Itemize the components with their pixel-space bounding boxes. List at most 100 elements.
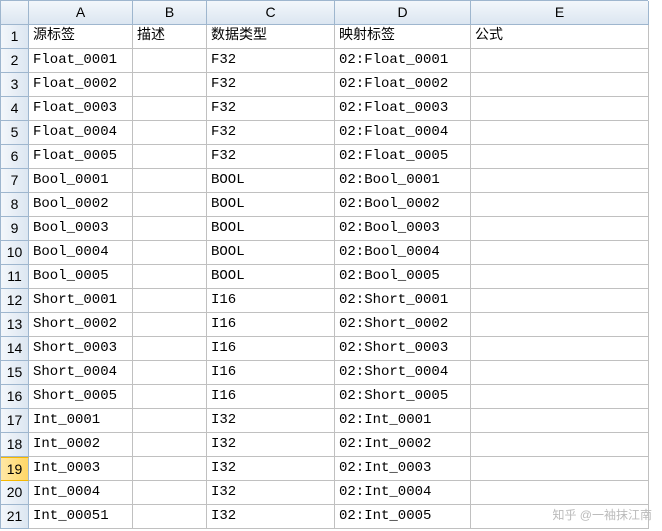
- cell[interactable]: Float_0001: [29, 49, 133, 73]
- cell[interactable]: Float_0003: [29, 97, 133, 121]
- cell[interactable]: I16: [207, 289, 335, 313]
- cell[interactable]: Bool_0002: [29, 193, 133, 217]
- cell[interactable]: 02:Short_0004: [335, 361, 471, 385]
- cell[interactable]: [133, 481, 207, 505]
- cell[interactable]: [133, 169, 207, 193]
- column-header-C[interactable]: C: [207, 1, 335, 25]
- cell[interactable]: [471, 193, 649, 217]
- cell[interactable]: 02:Float_0001: [335, 49, 471, 73]
- cell[interactable]: [471, 265, 649, 289]
- cell[interactable]: I16: [207, 337, 335, 361]
- cell[interactable]: 数据类型: [207, 25, 335, 49]
- cell[interactable]: 映射标签: [335, 25, 471, 49]
- cell[interactable]: 公式: [471, 25, 649, 49]
- cell[interactable]: Short_0002: [29, 313, 133, 337]
- row-header[interactable]: 15: [1, 361, 29, 385]
- cell[interactable]: I32: [207, 457, 335, 481]
- cell[interactable]: 02:Short_0001: [335, 289, 471, 313]
- cell[interactable]: [133, 409, 207, 433]
- cell[interactable]: Short_0003: [29, 337, 133, 361]
- cell[interactable]: Float_0004: [29, 121, 133, 145]
- cell[interactable]: [133, 121, 207, 145]
- cell[interactable]: [133, 337, 207, 361]
- cell[interactable]: 02:Int_0005: [335, 505, 471, 529]
- cell[interactable]: [471, 505, 649, 529]
- row-header[interactable]: 17: [1, 409, 29, 433]
- cell[interactable]: [133, 385, 207, 409]
- cell[interactable]: F32: [207, 121, 335, 145]
- row-header[interactable]: 5: [1, 121, 29, 145]
- row-header[interactable]: 7: [1, 169, 29, 193]
- cell[interactable]: 02:Bool_0001: [335, 169, 471, 193]
- cell[interactable]: Short_0004: [29, 361, 133, 385]
- cell[interactable]: BOOL: [207, 217, 335, 241]
- cell[interactable]: I16: [207, 361, 335, 385]
- cell[interactable]: Int_0001: [29, 409, 133, 433]
- cell[interactable]: [471, 481, 649, 505]
- spreadsheet-grid[interactable]: ABCDE1源标签描述数据类型映射标签公式2Float_0001F3202:Fl…: [0, 0, 648, 529]
- cell[interactable]: 02:Int_0003: [335, 457, 471, 481]
- cell[interactable]: [133, 49, 207, 73]
- cell[interactable]: Int_0003: [29, 457, 133, 481]
- cell[interactable]: 02:Float_0005: [335, 145, 471, 169]
- cell[interactable]: Float_0002: [29, 73, 133, 97]
- cell[interactable]: Int_0004: [29, 481, 133, 505]
- cell[interactable]: [133, 241, 207, 265]
- row-header[interactable]: 9: [1, 217, 29, 241]
- cell[interactable]: 02:Float_0003: [335, 97, 471, 121]
- cell[interactable]: [471, 169, 649, 193]
- cell[interactable]: I32: [207, 433, 335, 457]
- cell[interactable]: [133, 433, 207, 457]
- cell[interactable]: I16: [207, 385, 335, 409]
- cell[interactable]: 02:Int_0001: [335, 409, 471, 433]
- cell[interactable]: [471, 457, 649, 481]
- cell[interactable]: [471, 121, 649, 145]
- cell[interactable]: Float_0005: [29, 145, 133, 169]
- column-header-B[interactable]: B: [133, 1, 207, 25]
- cell[interactable]: 源标签: [29, 25, 133, 49]
- cell[interactable]: [133, 361, 207, 385]
- cell[interactable]: 02:Int_0004: [335, 481, 471, 505]
- column-header-E[interactable]: E: [471, 1, 649, 25]
- cell[interactable]: 02:Bool_0004: [335, 241, 471, 265]
- cell[interactable]: [471, 241, 649, 265]
- cell[interactable]: Short_0001: [29, 289, 133, 313]
- cell[interactable]: 02:Short_0002: [335, 313, 471, 337]
- cell[interactable]: Bool_0004: [29, 241, 133, 265]
- cell[interactable]: BOOL: [207, 193, 335, 217]
- column-header-A[interactable]: A: [29, 1, 133, 25]
- cell[interactable]: [471, 97, 649, 121]
- row-header[interactable]: 4: [1, 97, 29, 121]
- cell[interactable]: [133, 145, 207, 169]
- cell[interactable]: [133, 193, 207, 217]
- cell[interactable]: [133, 97, 207, 121]
- cell[interactable]: [471, 313, 649, 337]
- cell[interactable]: [471, 433, 649, 457]
- cell[interactable]: 02:Bool_0005: [335, 265, 471, 289]
- cell[interactable]: BOOL: [207, 241, 335, 265]
- cell[interactable]: [471, 385, 649, 409]
- cell[interactable]: 02:Bool_0003: [335, 217, 471, 241]
- cell[interactable]: [133, 313, 207, 337]
- cell[interactable]: [133, 505, 207, 529]
- cell[interactable]: [471, 217, 649, 241]
- cell[interactable]: F32: [207, 49, 335, 73]
- cell[interactable]: [471, 409, 649, 433]
- cell[interactable]: [471, 145, 649, 169]
- cell[interactable]: 02:Float_0004: [335, 121, 471, 145]
- row-header[interactable]: 8: [1, 193, 29, 217]
- row-header[interactable]: 11: [1, 265, 29, 289]
- cell[interactable]: 02:Short_0005: [335, 385, 471, 409]
- cell[interactable]: [471, 337, 649, 361]
- cell[interactable]: I32: [207, 505, 335, 529]
- cell[interactable]: 描述: [133, 25, 207, 49]
- cell[interactable]: I32: [207, 409, 335, 433]
- cell[interactable]: 02:Float_0002: [335, 73, 471, 97]
- row-header[interactable]: 1: [1, 25, 29, 49]
- cell[interactable]: I16: [207, 313, 335, 337]
- cell[interactable]: [471, 73, 649, 97]
- cell[interactable]: Bool_0005: [29, 265, 133, 289]
- cell[interactable]: BOOL: [207, 169, 335, 193]
- row-header[interactable]: 3: [1, 73, 29, 97]
- cell[interactable]: [133, 457, 207, 481]
